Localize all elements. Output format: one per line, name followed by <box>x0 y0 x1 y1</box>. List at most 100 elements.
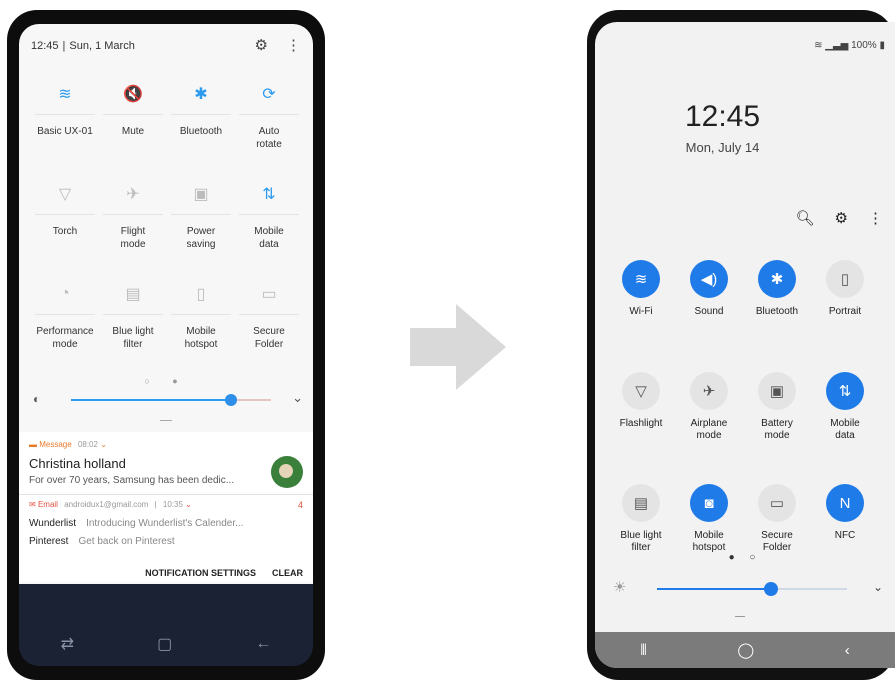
mobile-data-icon[interactable]: ⇅ <box>239 174 299 215</box>
quick-setting-tile[interactable]: ⟳ Auto rotate <box>235 74 303 174</box>
date: Mon, July 14 <box>685 140 760 155</box>
quick-setting-tile[interactable]: ◀) Sound <box>675 260 743 372</box>
auto-rotate-icon[interactable]: ⟳ <box>239 74 299 115</box>
flashlight-icon[interactable]: ▽ <box>622 372 660 410</box>
home-icon[interactable]: ◯ <box>737 641 754 659</box>
clear-button[interactable]: CLEAR <box>272 568 303 578</box>
email-row[interactable]: Wunderlist Introducing Wunderlist's Calen… <box>29 518 243 529</box>
gear-icon[interactable]: ⚙ <box>835 209 848 227</box>
mute-icon[interactable]: 🔇 <box>103 74 163 115</box>
email-row[interactable]: Pinterest Get back on Pinterest <box>29 536 175 547</box>
brightness-knob[interactable] <box>225 394 237 406</box>
new-ux-screen: ≋ ▁▃▅ 100% ▮ 12:45 Mon, July 14 🔍︎ ⚙ ⋮ ≋… <box>595 22 895 668</box>
avatar <box>271 456 303 488</box>
tile-label: Blue light filter <box>620 530 662 553</box>
drag-handle[interactable] <box>160 420 172 421</box>
tile-label: Auto rotate <box>256 126 282 150</box>
quick-setting-tile[interactable]: ✱ Bluetooth <box>167 74 235 174</box>
portrait-icon[interactable]: ▯ <box>826 260 864 298</box>
performance-icon[interactable]: ◔ <box>35 274 95 315</box>
new-ux-phone: ≋ ▁▃▅ 100% ▮ 12:45 Mon, July 14 🔍︎ ⚙ ⋮ ≋… <box>587 10 895 680</box>
quick-setting-tile[interactable]: ✈ Airplane mode <box>675 372 743 484</box>
drag-handle[interactable] <box>735 616 745 617</box>
chevron-down-icon[interactable]: ⌄ <box>292 390 303 406</box>
notification-list: ▬ Message 08:02 ⌄ Christina holland For … <box>19 432 313 582</box>
quick-setting-tile[interactable]: ≋ Basic UX-01 <box>31 74 99 174</box>
back-icon[interactable]: ← <box>255 635 271 653</box>
brightness-slider[interactable] <box>71 394 271 406</box>
hotspot-icon[interactable]: ◙ <box>690 484 728 522</box>
blue-light-icon[interactable]: ▤ <box>103 274 163 315</box>
quick-setting-tile[interactable]: ▣ Battery mode <box>743 372 811 484</box>
battery-icon: ▮ <box>879 40 885 51</box>
secure-folder-icon[interactable]: ▭ <box>758 484 796 522</box>
notification-body: For over 70 years, Samsung has been dedi… <box>29 475 235 486</box>
search-icon[interactable]: 🔍︎ <box>796 209 815 227</box>
clock: 12:45 <box>684 100 761 133</box>
more-options-icon[interactable]: ⋮ <box>868 209 883 227</box>
chevron-down-icon[interactable]: ⌄ <box>873 580 883 594</box>
quick-setting-tile[interactable]: ✱ Bluetooth <box>743 260 811 372</box>
email-sender: Wunderlist <box>29 518 77 529</box>
quick-setting-tile[interactable]: ✈ Flight mode <box>99 174 167 274</box>
recent-apps-icon[interactable]: ⇄ <box>61 634 74 654</box>
tile-label: Wi-Fi <box>629 306 653 317</box>
tile-label: Secure Folder <box>761 530 793 553</box>
battery-icon[interactable]: ▣ <box>758 372 796 410</box>
secure-folder-icon[interactable]: ▭ <box>239 274 299 315</box>
tile-label: Mute <box>121 126 145 137</box>
message-icon: ▬ <box>29 440 37 449</box>
gear-icon[interactable]: ⚙ <box>255 36 268 54</box>
email-separator: | <box>154 500 157 509</box>
email-account: androidux1@gmail.com <box>64 500 149 509</box>
recent-apps-icon[interactable]: ⦀ <box>640 642 647 659</box>
tile-label: Airplane mode <box>690 418 728 441</box>
brightness-knob[interactable] <box>764 582 778 596</box>
quick-setting-tile[interactable]: ▣ Power saving <box>167 174 235 274</box>
wifi-icon[interactable]: ≋ <box>622 260 660 298</box>
home-icon[interactable]: ▢ <box>157 634 172 654</box>
more-options-icon[interactable]: ⋮ <box>286 36 301 54</box>
power-saving-icon[interactable]: ▣ <box>171 174 231 215</box>
notification-time: 08:02 <box>77 440 98 449</box>
quick-setting-tile[interactable]: ▯ Mobile hotspot <box>167 274 235 374</box>
tile-label: Bluetooth <box>755 306 799 317</box>
quick-setting-tile[interactable]: ▯ Portrait <box>811 260 879 372</box>
quick-setting-tile[interactable]: 🔇 Mute <box>99 74 167 174</box>
back-icon[interactable]: ‹ <box>845 642 850 659</box>
quick-setting-tile[interactable]: ▤ Blue light filter <box>99 274 167 374</box>
nfc-icon[interactable]: N <box>826 484 864 522</box>
quick-setting-tile[interactable]: ▭ Secure Folder <box>235 274 303 374</box>
navigation-bar: ⇄ ▢ ← <box>19 624 313 664</box>
quick-setting-tile[interactable]: ▽ Flashlight <box>607 372 675 484</box>
tile-label: Mobile hotspot <box>692 530 726 553</box>
airplane-icon[interactable]: ✈ <box>103 174 163 215</box>
wifi-icon[interactable]: ≋ <box>35 74 95 115</box>
status-separator: | <box>62 40 66 52</box>
blue-light-icon[interactable]: ▤ <box>622 484 660 522</box>
airplane-icon[interactable]: ✈ <box>690 372 728 410</box>
tile-label: Blue light filter <box>112 326 154 350</box>
brightness-slider[interactable] <box>657 582 847 596</box>
quick-setting-tile[interactable]: ≋ Wi-Fi <box>607 260 675 372</box>
quick-setting-tile[interactable]: ▽ Torch <box>31 174 99 274</box>
quick-setting-tile[interactable]: ◔ Performance mode <box>31 274 99 374</box>
bluetooth-icon[interactable]: ✱ <box>758 260 796 298</box>
email-snippet: Introducing Wunderlist's Calender... <box>86 518 244 529</box>
email-snippet: Get back on Pinterest <box>78 536 175 547</box>
quick-settings-grid: ≋ Wi-Fi ◀) Sound ✱ Bluetooth ▯ Portrait ▽ Flashli… <box>607 260 887 596</box>
hotspot-icon[interactable]: ▯ <box>171 274 231 315</box>
expand-icon[interactable]: ⌄ <box>100 440 107 449</box>
sound-icon[interactable]: ◀) <box>690 260 728 298</box>
torch-icon[interactable]: ▽ <box>35 174 95 215</box>
quick-setting-tile[interactable]: ⇅ Mobile data <box>235 174 303 274</box>
notification-settings-button[interactable]: NOTIFICATION SETTINGS <box>145 568 256 578</box>
expand-icon[interactable]: ⌄ <box>185 500 192 509</box>
mobile-data-icon[interactable]: ⇅ <box>826 372 864 410</box>
notification-header: ▬ Message 08:02 ⌄ <box>29 440 107 449</box>
bluetooth-icon[interactable]: ✱ <box>171 74 231 115</box>
notification-title[interactable]: Christina holland <box>29 456 126 471</box>
tile-label: Performance mode <box>36 326 94 350</box>
quick-setting-tile[interactable]: ⇅ Mobile data <box>811 372 879 484</box>
tile-label: Bluetooth <box>179 126 223 137</box>
